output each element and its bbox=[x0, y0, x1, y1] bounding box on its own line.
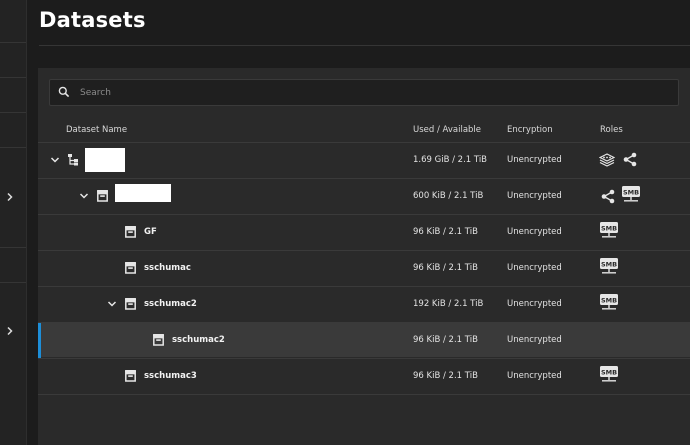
rail-divider bbox=[0, 147, 26, 148]
search-box bbox=[49, 79, 679, 106]
column-header-encryption[interactable]: Encryption bbox=[507, 125, 553, 135]
used-available: 96 KiB / 2.1 TiB bbox=[413, 227, 478, 237]
table-row[interactable]: GF 96 KiB / 2.1 TiB Unencrypted SMB bbox=[38, 214, 690, 249]
table-bottom-divider bbox=[38, 394, 690, 395]
side-rail bbox=[0, 0, 27, 445]
dataset-name[interactable]: sschumac bbox=[144, 263, 191, 273]
encryption-status: Unencrypted bbox=[507, 191, 562, 201]
pool-tree-icon bbox=[68, 154, 78, 166]
smb-share-icon[interactable]: SMB bbox=[599, 257, 619, 275]
rail-divider bbox=[0, 247, 26, 248]
redacted-dataset-name bbox=[85, 148, 125, 172]
dataset-name[interactable]: sschumac2 bbox=[172, 335, 225, 345]
redacted-dataset-name bbox=[115, 184, 171, 202]
search-input[interactable] bbox=[80, 80, 660, 105]
column-header-dataset-name[interactable]: Dataset Name bbox=[66, 125, 127, 135]
column-header-used-available[interactable]: Used / Available bbox=[413, 125, 481, 135]
chevron-down-icon[interactable] bbox=[107, 299, 117, 309]
used-available: 192 KiB / 2.1 TiB bbox=[413, 299, 484, 309]
smb-share-icon[interactable]: SMB bbox=[599, 293, 619, 311]
rail-divider bbox=[0, 42, 26, 43]
dataset-icon bbox=[125, 226, 136, 238]
dataset-icon bbox=[97, 190, 108, 202]
encryption-status: Unencrypted bbox=[507, 299, 562, 309]
chevron-down-icon[interactable] bbox=[79, 191, 89, 201]
rail-divider bbox=[0, 112, 26, 113]
dataset-icon bbox=[153, 334, 164, 346]
rail-divider bbox=[0, 77, 26, 78]
encryption-status: Unencrypted bbox=[507, 155, 562, 165]
dataset-name[interactable]: sschumac3 bbox=[144, 371, 197, 381]
page-title: Datasets bbox=[39, 8, 146, 32]
smb-badge-label: SMB bbox=[601, 260, 617, 268]
search-icon bbox=[58, 86, 70, 98]
table-row[interactable]: sschumac 96 KiB / 2.1 TiB Unencrypted SM… bbox=[38, 250, 690, 285]
table-row[interactable]: sschumac3 96 KiB / 2.1 TiB Unencrypted S… bbox=[38, 358, 690, 393]
encryption-status: Unencrypted bbox=[507, 335, 562, 345]
smb-badge-label: SMB bbox=[623, 188, 639, 196]
encryption-status: Unencrypted bbox=[507, 263, 562, 273]
smb-share-icon[interactable]: SMB bbox=[599, 365, 619, 383]
used-available: 96 KiB / 2.1 TiB bbox=[413, 371, 478, 381]
dataset-icon bbox=[125, 262, 136, 274]
smb-share-icon[interactable]: SMB bbox=[621, 185, 641, 203]
share-icon[interactable] bbox=[601, 189, 615, 204]
dataset-name[interactable]: GF bbox=[144, 227, 157, 237]
table-row[interactable]: sschumac2 192 KiB / 2.1 TiB Unencrypted … bbox=[38, 286, 690, 321]
table-row[interactable]: 1.69 GiB / 2.1 TiB Unencrypted bbox=[38, 142, 690, 177]
dataset-name[interactable]: sschumac2 bbox=[144, 299, 197, 309]
selection-indicator bbox=[38, 323, 41, 358]
chevron-right-icon[interactable] bbox=[5, 326, 15, 336]
dataset-icon bbox=[125, 370, 136, 382]
datasets-card: Dataset Name Used / Available Encryption… bbox=[38, 68, 690, 445]
table-row[interactable]: 600 KiB / 2.1 TiB Unencrypted SMB bbox=[38, 178, 690, 213]
smb-badge-label: SMB bbox=[601, 296, 617, 304]
chevron-down-icon[interactable] bbox=[50, 155, 60, 165]
table-row-selected[interactable]: sschumac2 96 KiB / 2.1 TiB Unencrypted bbox=[38, 322, 690, 358]
used-available: 96 KiB / 2.1 TiB bbox=[413, 263, 478, 273]
column-header-roles[interactable]: Roles bbox=[600, 125, 623, 135]
smb-badge-label: SMB bbox=[601, 224, 617, 232]
used-available: 600 KiB / 2.1 TiB bbox=[413, 191, 484, 201]
encryption-status: Unencrypted bbox=[507, 227, 562, 237]
encryption-status: Unencrypted bbox=[507, 371, 562, 381]
smb-share-icon[interactable]: SMB bbox=[599, 221, 619, 239]
storage-pool-icon[interactable] bbox=[599, 153, 615, 167]
chevron-right-icon[interactable] bbox=[5, 192, 15, 202]
used-available: 1.69 GiB / 2.1 TiB bbox=[413, 155, 488, 165]
title-divider bbox=[39, 45, 690, 46]
used-available: 96 KiB / 2.1 TiB bbox=[413, 335, 478, 345]
rail-divider bbox=[0, 282, 26, 283]
share-icon[interactable] bbox=[623, 152, 637, 167]
dataset-icon bbox=[125, 298, 136, 310]
smb-badge-label: SMB bbox=[601, 368, 617, 376]
table-header: Dataset Name Used / Available Encryption… bbox=[38, 118, 690, 142]
